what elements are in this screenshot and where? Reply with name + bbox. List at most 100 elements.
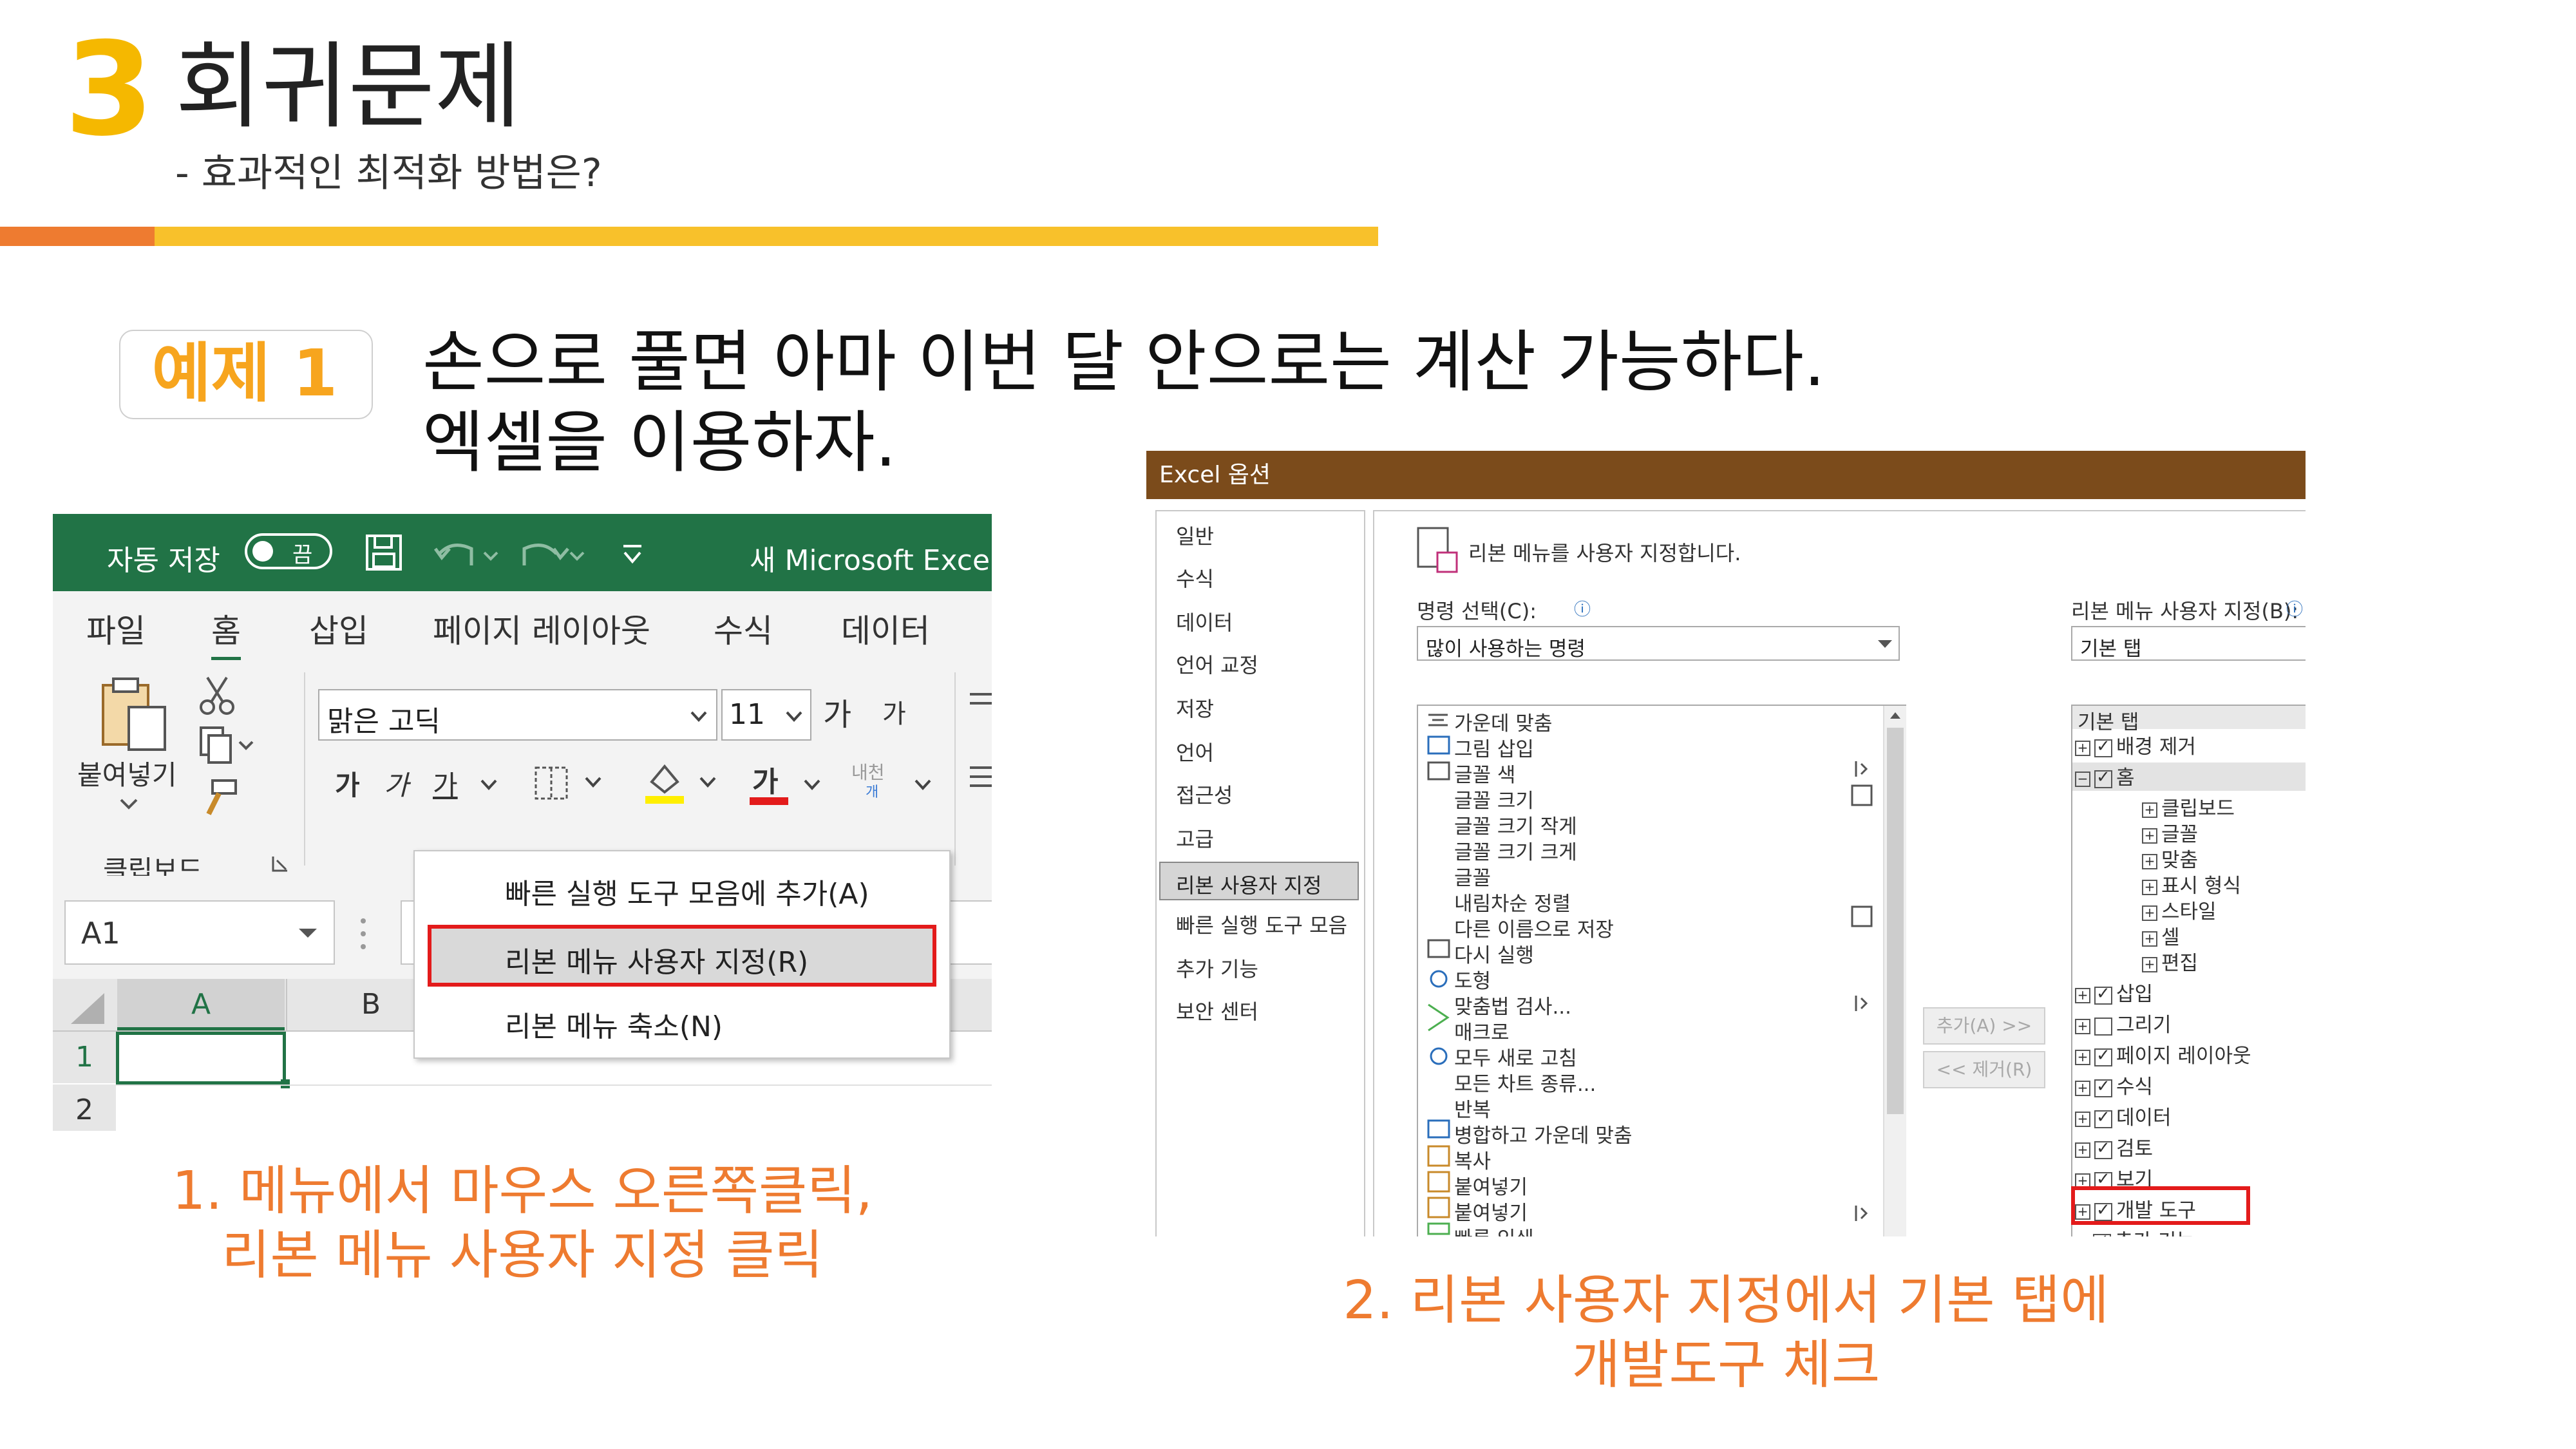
expand-icon[interactable]: + <box>2075 1111 2090 1127</box>
checkbox[interactable] <box>2094 1139 2112 1159</box>
name-box[interactable]: A1 <box>64 900 335 965</box>
command-item[interactable]: 복사 <box>1454 1145 1491 1174</box>
shrink-font-button[interactable]: 가 <box>882 693 906 730</box>
expand-icon[interactable]: + <box>2075 1142 2090 1158</box>
command-item[interactable]: 붙여넣기 <box>1454 1197 1528 1226</box>
font-size-combobox[interactable]: 11 <box>721 689 811 741</box>
scroll-up-icon[interactable] <box>1888 710 1903 723</box>
sidebar-item-formulas[interactable]: 수식 <box>1176 563 1214 592</box>
collapse-icon[interactable]: − <box>2075 771 2090 787</box>
autosave-toggle[interactable]: 끔 <box>245 533 332 569</box>
command-item[interactable]: 반복 <box>1454 1094 1491 1122</box>
copy-icon[interactable] <box>198 725 256 766</box>
command-item[interactable]: 붙여넣기 <box>1454 1171 1528 1200</box>
tree-item-data[interactable]: + 데이터 <box>2075 1101 2172 1130</box>
tree-item-group[interactable]: + 표시 형식 <box>2142 869 2241 898</box>
italic-button[interactable]: 가 <box>384 764 409 803</box>
command-item[interactable]: 그림 삽입 <box>1454 733 1534 762</box>
tree-item-formulas[interactable]: + 수식 <box>2075 1070 2153 1099</box>
expand-icon[interactable]: + <box>2142 828 2157 844</box>
active-cell-a1[interactable] <box>116 1032 286 1084</box>
chevron-down-icon[interactable] <box>1875 636 1895 652</box>
phonetic-dropdown-icon[interactable] <box>912 775 934 795</box>
fill-handle[interactable] <box>281 1079 290 1088</box>
sidebar-item-proofing[interactable]: 언어 교정 <box>1176 649 1258 679</box>
column-header-a[interactable]: A <box>117 979 285 1030</box>
tab-insert[interactable]: 삽입 <box>309 605 368 652</box>
sidebar-item-advanced[interactable]: 고급 <box>1176 823 1214 853</box>
command-item[interactable]: 모두 새로 고침 <box>1454 1042 1577 1071</box>
command-item[interactable]: 맞춤법 검사... <box>1454 990 1571 1019</box>
paste-label[interactable]: 붙여넣기 <box>77 753 177 793</box>
customize-ribbon-select[interactable]: 기본 탭 <box>2071 626 2306 661</box>
sidebar-item-addins[interactable]: 추가 기능 <box>1176 953 1258 983</box>
expand-icon[interactable]: + <box>2075 1080 2090 1096</box>
underline-button[interactable]: 가 <box>433 764 458 803</box>
commands-scrollbar[interactable] <box>1883 706 1906 1236</box>
sidebar-item-general[interactable]: 일반 <box>1176 520 1214 550</box>
redo-icon[interactable] <box>518 536 589 571</box>
sidebar-item-accessibility[interactable]: 접근성 <box>1176 779 1233 809</box>
chevron-down-icon[interactable] <box>783 707 805 726</box>
command-item[interactable]: 병합하고 가운데 맞춤 <box>1454 1119 1632 1148</box>
command-item[interactable]: 글꼴 색 <box>1454 759 1515 788</box>
checkbox[interactable] <box>2094 1046 2112 1066</box>
command-item[interactable]: 글꼴 <box>1454 862 1491 891</box>
remove-button[interactable]: << 제거(R) <box>1923 1051 2045 1088</box>
menu-item-customize-ribbon[interactable]: 리본 메뉴 사용자 지정(R) <box>428 925 936 987</box>
paste-dropdown-icon[interactable] <box>117 796 140 811</box>
expand-icon[interactable]: + <box>2075 987 2090 1003</box>
checkbox[interactable] <box>2094 1017 2112 1036</box>
choose-commands-select[interactable]: 많이 사용하는 명령 <box>1417 626 1900 661</box>
sidebar-item-trust-center[interactable]: 보안 센터 <box>1176 996 1258 1025</box>
bold-button[interactable]: 가 <box>335 764 360 803</box>
tree-item-home[interactable]: −홈 <box>2075 761 2135 790</box>
font-color-button[interactable]: 가 <box>752 759 778 800</box>
tree-item-draw[interactable]: + 그리기 <box>2075 1009 2172 1037</box>
chevron-down-icon[interactable] <box>688 707 710 726</box>
command-item[interactable]: 가운데 맞춤 <box>1454 707 1552 736</box>
tab-home[interactable]: 홈 <box>211 605 241 660</box>
tree-item-insert[interactable]: + 삽입 <box>2075 978 2153 1007</box>
expand-icon[interactable]: + <box>2075 1018 2090 1034</box>
borders-icon[interactable] <box>532 764 609 804</box>
select-all-icon[interactable] <box>66 990 107 1027</box>
tab-formulas[interactable]: 수식 <box>714 605 773 652</box>
command-item[interactable]: 모든 차트 종류... <box>1454 1068 1596 1097</box>
sidebar-item-customize-ribbon[interactable]: 리본 사용자 지정 <box>1159 862 1359 900</box>
paste-icon[interactable] <box>99 676 170 753</box>
sidebar-item-language[interactable]: 언어 <box>1176 737 1214 766</box>
sidebar-item-data[interactable]: 데이터 <box>1176 607 1233 636</box>
row-header-2[interactable]: 2 <box>53 1084 116 1131</box>
add-button[interactable]: 추가(A) >> <box>1923 1007 2045 1045</box>
fill-color-icon[interactable] <box>643 759 733 805</box>
expand-icon[interactable]: + <box>2142 905 2157 921</box>
format-painter-icon[interactable] <box>200 778 238 819</box>
command-item[interactable]: 다른 이름으로 저장 <box>1454 913 1614 942</box>
command-item[interactable]: 매크로 <box>1454 1016 1510 1045</box>
expand-icon[interactable]: + <box>2142 853 2157 869</box>
expand-icon[interactable]: + <box>2142 802 2157 818</box>
expand-icon[interactable]: + <box>2075 1049 2090 1065</box>
underline-dropdown-icon[interactable] <box>478 775 500 795</box>
save-icon[interactable] <box>365 533 403 572</box>
tree-item-group[interactable]: + 셀 <box>2142 921 2180 950</box>
checkbox[interactable] <box>2094 737 2112 757</box>
cut-icon[interactable] <box>198 675 237 716</box>
chevron-down-icon[interactable] <box>295 923 321 943</box>
expand-icon[interactable]: + <box>2142 931 2157 947</box>
tree-item-page-layout[interactable]: + 페이지 레이아웃 <box>2075 1039 2251 1068</box>
tree-item-group[interactable]: + 스타일 <box>2142 895 2217 924</box>
tree-item-addins[interactable]: 추가 기능 <box>2093 1225 2195 1236</box>
sidebar-item-qat[interactable]: 빠른 실행 도구 모음 <box>1176 909 1347 939</box>
command-item[interactable]: 빠른 인쇄 <box>1454 1222 1534 1236</box>
dialog-launcher-icon[interactable] <box>270 854 290 873</box>
tab-page-layout[interactable]: 페이지 레이아웃 <box>433 605 650 652</box>
align-icon[interactable] <box>967 688 992 804</box>
tree-item-group[interactable]: + 글꼴 <box>2142 818 2198 847</box>
tree-item-group[interactable]: + 편집 <box>2142 947 2198 976</box>
menu-item-add-to-qat[interactable]: 빠른 실행 도구 모음에 추가(A) <box>505 871 869 912</box>
tree-item-group[interactable]: + 클립보드 <box>2142 792 2235 821</box>
command-item[interactable]: 다시 실행 <box>1454 939 1534 968</box>
command-item[interactable]: 글꼴 크기 크게 <box>1454 836 1577 865</box>
